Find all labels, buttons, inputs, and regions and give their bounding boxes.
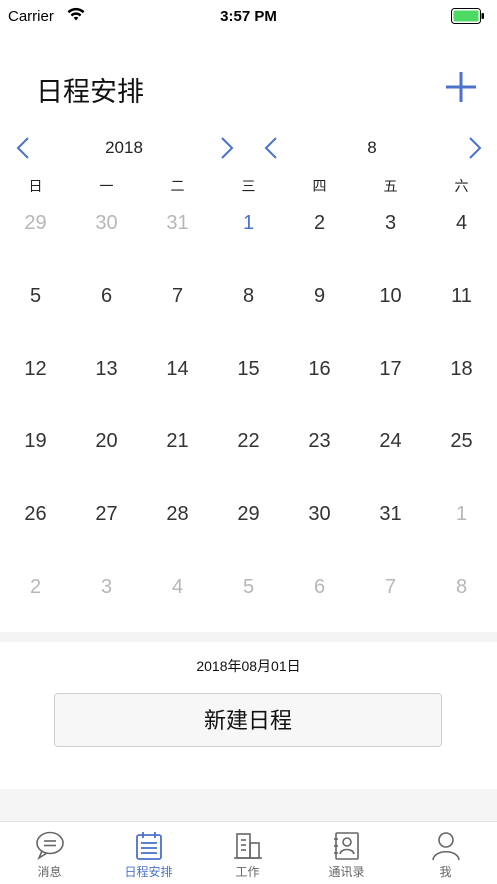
calendar-day[interactable]: 27 bbox=[71, 496, 142, 532]
calendar-day[interactable]: 20 bbox=[71, 423, 142, 459]
status-bar: Carrier 3:57 PM bbox=[0, 0, 497, 34]
tab-schedule[interactable]: 日程安排 bbox=[99, 822, 198, 884]
new-schedule-button[interactable]: 新建日程 bbox=[54, 693, 442, 747]
calendar-day[interactable]: 18 bbox=[426, 351, 497, 387]
calendar-day[interactable]: 31 bbox=[142, 205, 213, 241]
tab-label: 日程安排 bbox=[124, 865, 173, 879]
contacts-icon bbox=[334, 832, 359, 860]
calendar-day[interactable]: 5 bbox=[213, 569, 284, 605]
calendar-day[interactable]: 2 bbox=[284, 205, 355, 241]
calendar-day[interactable]: 29 bbox=[213, 496, 284, 532]
weekday-label: 二 bbox=[170, 178, 185, 194]
calendar-day[interactable]: 21 bbox=[142, 423, 213, 459]
calendar-day[interactable]: 13 bbox=[71, 351, 142, 387]
calendar-day[interactable]: 7 bbox=[142, 278, 213, 314]
calendar-day[interactable]: 16 bbox=[284, 351, 355, 387]
weekday-label: 六 bbox=[454, 178, 469, 194]
calendar-day[interactable]: 8 bbox=[426, 569, 497, 605]
weekday-label: 一 bbox=[99, 178, 114, 194]
calendar-day[interactable]: 30 bbox=[71, 205, 142, 241]
section-divider bbox=[0, 789, 497, 821]
calendar-day[interactable]: 31 bbox=[355, 496, 426, 532]
tab-messages[interactable]: 消息 bbox=[0, 822, 99, 884]
tab-bar: 消息 日程安排 工作 通讯录 我 bbox=[0, 821, 497, 884]
calendar-day[interactable]: 5 bbox=[0, 278, 71, 314]
weekday-label: 四 bbox=[312, 178, 327, 194]
tab-label: 我 bbox=[439, 865, 452, 879]
next-year-icon[interactable] bbox=[212, 134, 240, 162]
calendar-day[interactable]: 2 bbox=[0, 569, 71, 605]
calendar-day[interactable]: 4 bbox=[426, 205, 497, 241]
calendar-icon bbox=[136, 832, 162, 860]
calendar-day[interactable]: 15 bbox=[213, 351, 284, 387]
calendar-day[interactable]: 12 bbox=[0, 351, 71, 387]
calendar-day[interactable]: 26 bbox=[0, 496, 71, 532]
selected-date-label: 2018年08月01日 bbox=[196, 658, 301, 674]
year-label: 2018 bbox=[105, 138, 143, 157]
calendar-day[interactable]: 22 bbox=[213, 423, 284, 459]
tab-work[interactable]: 工作 bbox=[198, 822, 297, 884]
tab-me[interactable]: 我 bbox=[396, 822, 495, 884]
prev-year-icon[interactable] bbox=[10, 134, 38, 162]
calendar-day[interactable]: 30 bbox=[284, 496, 355, 532]
calendar-day[interactable]: 3 bbox=[355, 205, 426, 241]
weekday-header: 日 一 二 三 四 五 六 bbox=[0, 176, 497, 198]
calendar-day[interactable]: 17 bbox=[355, 351, 426, 387]
next-month-icon[interactable] bbox=[460, 134, 488, 162]
calendar-day[interactable]: 6 bbox=[71, 278, 142, 314]
calendar-day[interactable]: 25 bbox=[426, 423, 497, 459]
prev-month-icon[interactable] bbox=[258, 134, 286, 162]
person-icon bbox=[432, 832, 460, 861]
calendar-day[interactable]: 3 bbox=[71, 569, 142, 605]
calendar-day[interactable]: 4 bbox=[142, 569, 213, 605]
calendar-day[interactable]: 7 bbox=[355, 569, 426, 605]
section-divider bbox=[0, 632, 497, 642]
weekday-label: 三 bbox=[241, 178, 256, 194]
calendar-day[interactable]: 9 bbox=[284, 278, 355, 314]
calendar-day[interactable]: 6 bbox=[284, 569, 355, 605]
tab-label: 通讯录 bbox=[328, 865, 365, 879]
tab-label: 工作 bbox=[235, 865, 260, 879]
calendar-day[interactable]: 10 bbox=[355, 278, 426, 314]
calendar-day[interactable]: 11 bbox=[426, 278, 497, 314]
calendar-day[interactable]: 24 bbox=[355, 423, 426, 459]
calendar-day[interactable]: 1 bbox=[426, 496, 497, 532]
calendar-day[interactable]: 19 bbox=[0, 423, 71, 459]
page-title: 日程安排 bbox=[36, 77, 144, 107]
building-icon bbox=[234, 833, 262, 859]
tab-contacts[interactable]: 通讯录 bbox=[297, 822, 396, 884]
calendar-day[interactable]: 23 bbox=[284, 423, 355, 459]
chat-icon bbox=[36, 831, 64, 861]
clock: 3:57 PM bbox=[220, 8, 277, 25]
calendar-day[interactable]: 14 bbox=[142, 351, 213, 387]
battery-icon bbox=[451, 8, 484, 24]
calendar-day[interactable]: 8 bbox=[213, 278, 284, 314]
month-label: 8 bbox=[367, 138, 377, 157]
tab-label: 消息 bbox=[37, 865, 62, 879]
calendar-day[interactable]: 28 bbox=[142, 496, 213, 532]
weekday-label: 日 bbox=[28, 178, 43, 194]
calendar-day[interactable]: 29 bbox=[0, 205, 71, 241]
add-icon[interactable] bbox=[440, 66, 482, 108]
calendar-day[interactable]: 1 bbox=[213, 205, 284, 241]
weekday-label: 五 bbox=[383, 178, 398, 194]
